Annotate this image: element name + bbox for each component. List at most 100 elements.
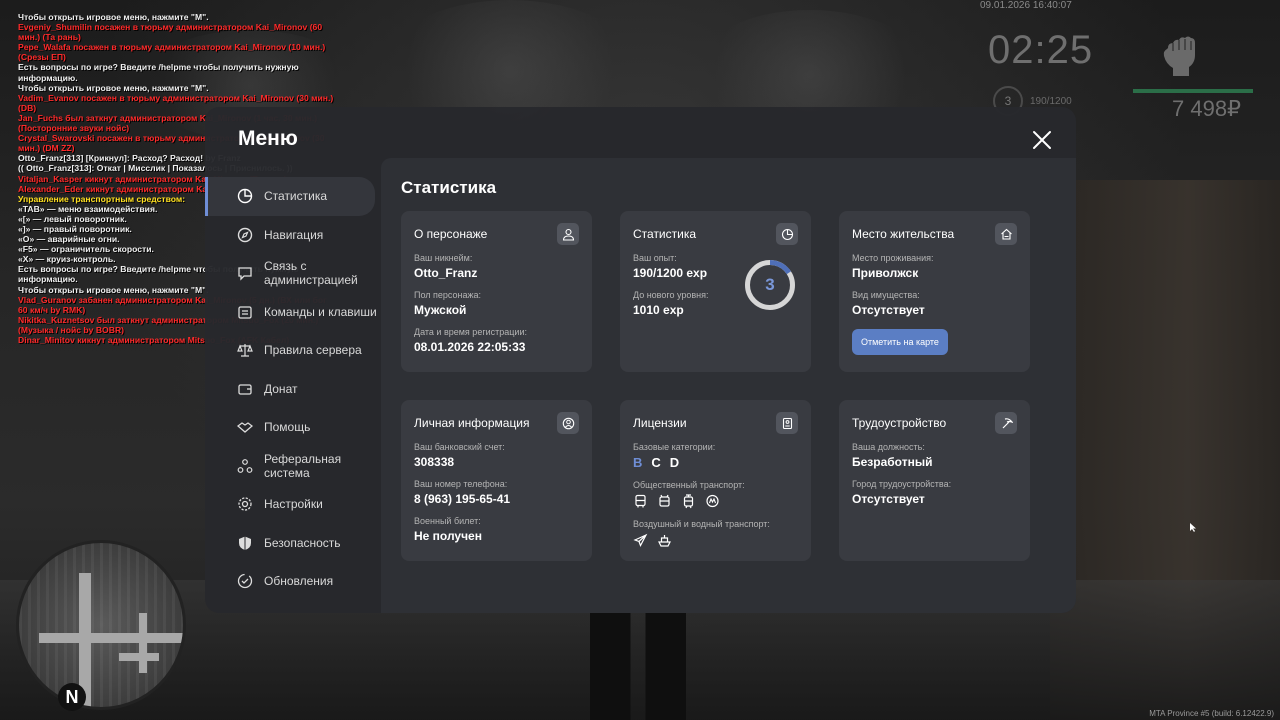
license-category-d: D xyxy=(669,455,680,470)
pie-chart-icon xyxy=(237,189,253,204)
license-category-c: C xyxy=(651,455,661,470)
sidebar-item-help[interactable]: Помощь xyxy=(205,408,381,447)
sidebar-item-label: Реферальная система xyxy=(264,451,342,480)
scales-icon xyxy=(237,344,253,357)
sidebar-item-label: Безопасность xyxy=(264,535,341,550)
sidebar-item-label: Связь с администрацией xyxy=(264,259,358,288)
nickname-value: Otto_Franz xyxy=(414,266,478,280)
close-icon[interactable] xyxy=(1031,129,1053,151)
referral-icon xyxy=(237,458,253,473)
card-title: Место жительства xyxy=(852,227,955,241)
sidebar-item-admin-contact[interactable]: Связь с администрацией xyxy=(205,254,381,293)
property-value: Отсутствует xyxy=(852,303,925,317)
sidebar-item-label: Статистика xyxy=(264,189,328,204)
registration-value: 08.01.2026 22:05:33 xyxy=(414,340,526,354)
military-label: Военный билет: xyxy=(414,516,481,526)
chat-icon xyxy=(238,267,252,281)
house-icon xyxy=(995,223,1017,245)
bus-icon xyxy=(635,494,646,508)
work-city-value: Отсутствует xyxy=(852,492,925,506)
wallet-icon xyxy=(238,384,252,395)
card-personal: Личная информация Ваш банковский счет: 3… xyxy=(401,400,592,561)
bank-label: Ваш банковский счет: xyxy=(414,442,505,452)
public-transport-icons xyxy=(633,494,798,509)
card-title: Трудоустройство xyxy=(852,416,947,430)
chat-line: Evgeniy_Shumilin посажен в тюрьму админи… xyxy=(18,22,323,43)
handshake-icon xyxy=(237,422,253,434)
update-check-icon xyxy=(237,574,253,589)
compass-icon xyxy=(237,227,253,242)
plane-icon xyxy=(633,533,648,547)
shield-icon xyxy=(239,536,251,550)
position-label: Ваша должность: xyxy=(852,442,925,452)
sidebar-item-referral[interactable]: Реферальная система xyxy=(205,447,381,486)
sidebar-item-label: Навигация xyxy=(264,227,324,242)
sidebar-item-label: Правила сервера xyxy=(264,343,362,358)
card-title: Личная информация xyxy=(414,416,530,430)
tram-icon xyxy=(683,494,694,509)
hud-money: 7 498₽ xyxy=(1172,96,1242,121)
position-value: Безработный xyxy=(852,455,933,469)
residence-value: Приволжск xyxy=(852,266,919,280)
military-value: Не получен xyxy=(414,529,482,543)
property-label: Вид имущества: xyxy=(852,290,920,300)
chat-line: Есть вопросы по игре? Введите /helpme чт… xyxy=(18,62,299,83)
trolleybus-icon xyxy=(659,494,670,507)
hud-datetime: 09.01.2026 16:40:07 xyxy=(980,0,1072,11)
pickaxe-icon xyxy=(995,412,1017,434)
card-character: О персонаже Ваш никнейм: Otto_Franz Пол … xyxy=(401,211,592,372)
level-number: 3 xyxy=(765,275,775,294)
user-circle-icon xyxy=(557,412,579,434)
clock-pie-icon xyxy=(776,223,798,245)
card-employment: Трудоустройство Ваша должность: Безработ… xyxy=(839,400,1030,561)
player-character xyxy=(590,612,686,720)
phone-label: Ваш номер телефона: xyxy=(414,479,508,489)
compass-north: N xyxy=(58,683,86,711)
boat-icon xyxy=(658,535,671,547)
residence-label: Место проживания: xyxy=(852,253,934,263)
sidebar-item-label: Обновления xyxy=(264,574,334,589)
sidebar-item-security[interactable]: Безопасность xyxy=(205,524,381,563)
sidebar-item-donate[interactable]: Донат xyxy=(205,370,381,409)
hud-clock: 02:25 xyxy=(988,28,1094,72)
sidebar-nav: Статистика Навигация Связь с администрац… xyxy=(205,177,381,601)
air-water-transport-icons xyxy=(633,533,798,548)
fist-icon xyxy=(1163,36,1195,76)
sidebar-item-statistics[interactable]: Статистика xyxy=(205,177,375,216)
sidebar-item-navigation[interactable]: Навигация xyxy=(205,216,381,255)
public-transport-label: Общественный транспорт: xyxy=(633,480,745,490)
chat-line: Чтобы открыть игровое меню, нажмите "М". xyxy=(18,12,209,22)
phone-value: 8 (963) 195-65-41 xyxy=(414,492,511,506)
sidebar-item-label: Команды и клавиши xyxy=(264,304,377,319)
hud-health-bar xyxy=(1133,89,1253,93)
keyboard-icon xyxy=(238,306,252,319)
sidebar-item-settings[interactable]: Настройки xyxy=(205,485,381,524)
card-title: Статистика xyxy=(633,227,697,241)
air-water-transport-label: Воздушный и водный транспорт: xyxy=(633,519,770,529)
card-stats: Статистика Ваш опыт: 190/1200 exp До нов… xyxy=(620,211,811,372)
id-card-icon xyxy=(776,412,798,434)
minimap xyxy=(16,540,186,710)
chat-line: Чтобы открыть игровое меню, нажмите "М". xyxy=(18,82,209,93)
gender-label: Пол персонажа: xyxy=(414,290,482,300)
mouse-cursor-icon xyxy=(1190,523,1196,532)
sidebar-item-label: Донат xyxy=(264,381,298,396)
gender-value: Мужской xyxy=(414,303,467,317)
card-title: О персонаже xyxy=(414,227,488,241)
card-title: Лицензии xyxy=(633,416,687,430)
sidebar-item-label: Настройки xyxy=(264,497,323,512)
hud-exp: 190/1200 xyxy=(1030,96,1072,107)
sidebar-item-commands[interactable]: Команды и клавиши xyxy=(205,293,381,332)
menu-title: Меню xyxy=(238,127,298,150)
sidebar-item-label: Помощь xyxy=(264,420,311,435)
game-menu: Меню Статистика Навигация Связь с админи… xyxy=(205,107,1076,613)
page-title: Статистика xyxy=(401,178,497,197)
registration-label: Дата и время регистрации: xyxy=(414,327,527,337)
chat-line: Pepe_Walafa посажен в тюрьму администрат… xyxy=(18,42,326,63)
gear-icon xyxy=(238,497,252,511)
license-category-b: B xyxy=(633,455,643,470)
sidebar-item-rules[interactable]: Правила сервера xyxy=(205,331,381,370)
mark-on-map-button[interactable]: Отметить на карте xyxy=(852,329,948,355)
sidebar-item-updates[interactable]: Обновления xyxy=(205,562,381,601)
metro-icon xyxy=(706,494,719,508)
